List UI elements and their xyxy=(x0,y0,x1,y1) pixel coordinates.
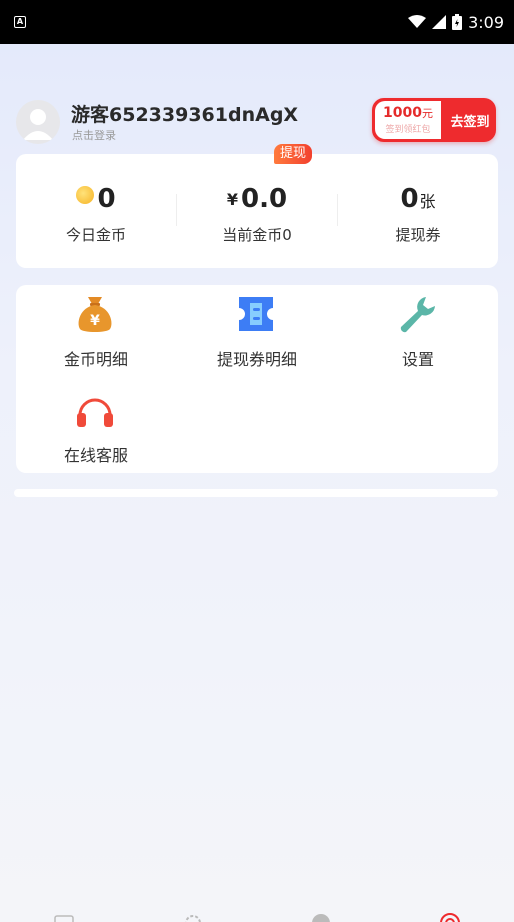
current-coins-label: 当前金币0 xyxy=(222,226,292,244)
login-hint[interactable]: 点击登录 xyxy=(72,127,116,143)
signin-subtitle: 签到领红包 xyxy=(385,125,431,135)
profile-card-icon xyxy=(54,915,74,922)
ticket-icon xyxy=(239,297,273,331)
profile-header: 游客652339361dnAgX 点击登录 1000元 签到领红包 去签到 xyxy=(16,98,498,146)
stat-current-coins[interactable]: ¥0.0 当前金币0 xyxy=(177,154,337,268)
tab-home[interactable] xyxy=(0,904,129,922)
menu-item-label: 提现券明细 xyxy=(216,350,297,369)
tab-settings[interactable] xyxy=(129,904,258,922)
coin-icon xyxy=(76,186,95,204)
tab-messages[interactable] xyxy=(257,904,386,922)
status-bar: A 3:09 xyxy=(0,0,514,44)
vouchers-value: 0 xyxy=(400,184,419,214)
battery-icon xyxy=(452,14,463,30)
wifi-icon xyxy=(408,15,427,28)
withdraw-badge[interactable]: 提现 xyxy=(274,144,313,164)
signal-icon xyxy=(432,15,447,29)
menu-item-customer-service[interactable]: 在线客服 xyxy=(16,381,176,471)
current-coins-value: 0.0 xyxy=(241,184,288,214)
signin-button[interactable]: 去签到 xyxy=(444,98,496,142)
menu-item-voucher-details[interactable]: 提现券明细 xyxy=(177,285,337,375)
gear-icon xyxy=(184,915,201,922)
menu-item-settings[interactable]: 设置 xyxy=(338,285,498,375)
notification-app-icon: A xyxy=(14,16,26,28)
message-icon xyxy=(312,914,331,922)
status-time: 3:09 xyxy=(468,12,504,32)
stat-today-coins[interactable]: 0 今日金币 xyxy=(16,154,176,268)
signin-banner[interactable]: 1000元 签到领红包 去签到 xyxy=(372,98,496,142)
stat-vouchers[interactable]: 0张 提现券 xyxy=(338,154,498,268)
currency-symbol: ¥ xyxy=(226,190,239,209)
today-coins-value: 0 xyxy=(97,184,116,214)
headphones-icon xyxy=(77,398,113,427)
today-coins-label: 今日金币 xyxy=(65,226,126,244)
target-icon xyxy=(439,913,460,922)
signin-amount: 1000 xyxy=(383,105,422,121)
bottom-tab-bar xyxy=(0,904,514,922)
menu-item-label: 设置 xyxy=(401,350,434,369)
vouchers-unit: 张 xyxy=(419,192,436,211)
menu-item-label: 金币明细 xyxy=(63,350,128,369)
default-avatar-icon xyxy=(23,109,53,140)
money-bag-icon: ¥ xyxy=(78,297,112,332)
menu-card: ¥ 金币明细 提现券明细 设置 在线客服 xyxy=(16,285,498,473)
tab-mine[interactable] xyxy=(386,904,514,922)
wrench-icon xyxy=(400,297,435,333)
avatar[interactable] xyxy=(16,100,60,144)
vouchers-label: 提现券 xyxy=(395,226,441,244)
signin-unit: 元 xyxy=(421,107,433,120)
stats-card: 0 今日金币 ¥0.0 当前金币0 提现 0张 提现券 xyxy=(16,144,498,268)
content-strip xyxy=(14,489,498,497)
signin-reward: 1000元 签到领红包 xyxy=(375,101,441,139)
menu-item-coin-details[interactable]: ¥ 金币明细 xyxy=(16,285,176,375)
menu-item-label: 在线客服 xyxy=(63,446,128,465)
svg-text:¥: ¥ xyxy=(90,313,100,329)
username[interactable]: 游客652339361dnAgX xyxy=(71,100,298,127)
